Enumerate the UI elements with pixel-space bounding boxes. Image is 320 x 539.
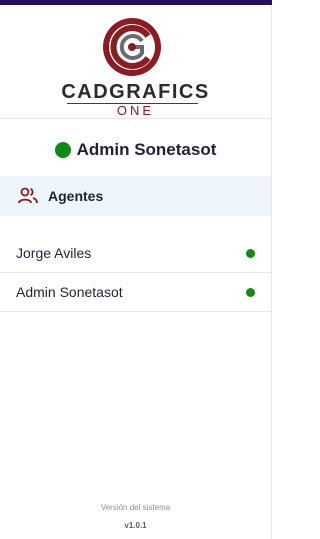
section-label: Agentes: [48, 188, 104, 204]
current-user: Admin Sonetasot: [0, 135, 271, 165]
agent-name: Jorge Aviles: [16, 245, 92, 261]
agents-list: Jorge Aviles Admin Sonetasot: [0, 234, 271, 312]
cadgrafics-logo: CADGRAFICS ONE: [0, 11, 271, 118]
version-number: v1.0.1: [124, 521, 147, 530]
online-status-dot: [54, 142, 71, 158]
list-item[interactable]: Admin Sonetasot: [0, 273, 271, 312]
cadgrafics-logo-mark: [103, 18, 161, 76]
logo-subtitle: ONE: [116, 103, 155, 118]
logo-wordmark: CADGRAFICS: [61, 81, 210, 103]
divider: [0, 118, 271, 119]
agent-name: Admin Sonetasot: [16, 284, 123, 300]
list-item[interactable]: Jorge Aviles: [0, 234, 271, 273]
status-dot: [246, 287, 255, 297]
status-dot: [246, 248, 255, 258]
users-icon: [18, 187, 38, 204]
current-user-name: Admin Sonetasot: [76, 140, 217, 159]
version-label: Versión del sistema: [100, 503, 171, 512]
sidebar: CADGRAFICS ONE Admin Sonetasot Agentes J…: [0, 5, 272, 539]
section-agentes[interactable]: Agentes: [0, 176, 271, 216]
